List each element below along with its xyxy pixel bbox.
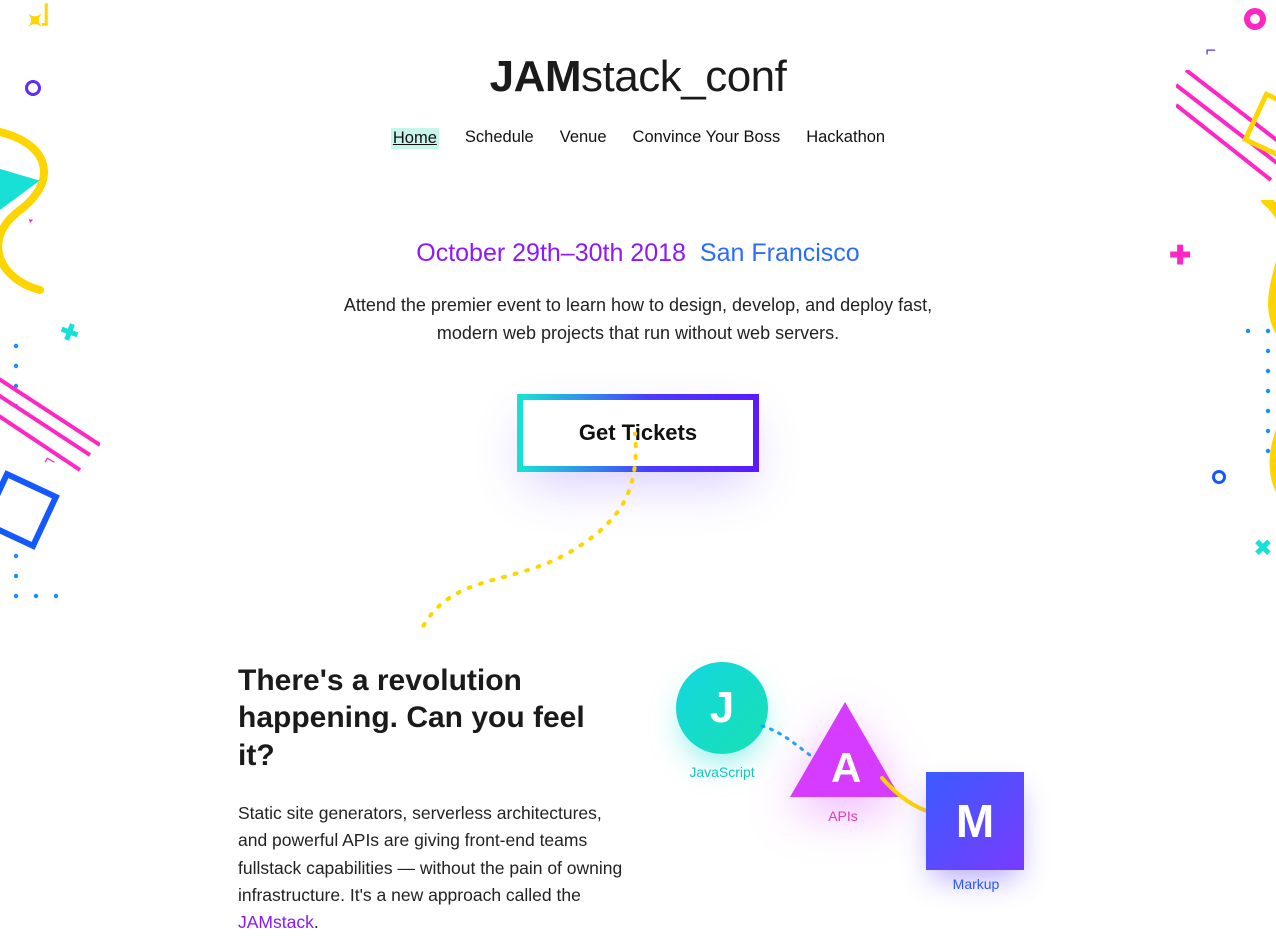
deco-triangle-icon [0, 156, 44, 214]
jam-m-square: M [926, 772, 1024, 870]
jam-m-label: Markup [946, 876, 1006, 892]
jam-j-circle: J [676, 662, 768, 754]
nav-convince[interactable]: Convince Your Boss [633, 128, 781, 149]
section-heading: There's a revolution happening. Can you … [238, 662, 628, 775]
hero-location: San Francisco [700, 239, 860, 267]
jam-j-letter: J [710, 683, 734, 733]
section-body: Static site generators, serverless archi… [238, 800, 628, 936]
hero: October 29th–30th 2018 San Francisco Atte… [0, 239, 1276, 472]
nav-venue[interactable]: Venue [560, 128, 607, 149]
nav-home[interactable]: Home [391, 128, 439, 149]
jam-a-letter: A [831, 744, 861, 792]
revolution-section: There's a revolution happening. Can you … [238, 662, 1038, 936]
primary-nav: Home Schedule Venue Convince Your Boss H… [0, 128, 1276, 149]
jam-a-label: APIs [813, 808, 873, 824]
deco-plus-icon: ✚ [1246, 532, 1276, 563]
section-body-pre: Static site generators, serverless archi… [238, 803, 622, 904]
logo-light: stack_conf [581, 52, 786, 101]
hero-date: October 29th–30th 2018 [416, 239, 686, 267]
deco-ring-icon [1212, 470, 1226, 484]
get-tickets-button[interactable]: Get Tickets [517, 394, 759, 472]
jam-j-label: JavaScript [682, 764, 762, 780]
nav-schedule[interactable]: Schedule [465, 128, 534, 149]
jamstack-link[interactable]: JAMstack [238, 912, 314, 932]
nav-hackathon[interactable]: Hackathon [806, 128, 885, 149]
jam-m-letter: M [956, 794, 994, 848]
logo-bold: JAM [490, 52, 581, 101]
deco-square-icon [0, 470, 60, 550]
section-body-post: . [314, 912, 319, 932]
hero-blurb: Attend the premier event to learn how to… [318, 292, 958, 348]
site-logo: JAMstack_conf [0, 0, 1276, 102]
hero-dateline: October 29th–30th 2018 San Francisco [0, 239, 1276, 268]
jam-diagram: J JavaScript A APIs M Markup [658, 662, 1038, 912]
